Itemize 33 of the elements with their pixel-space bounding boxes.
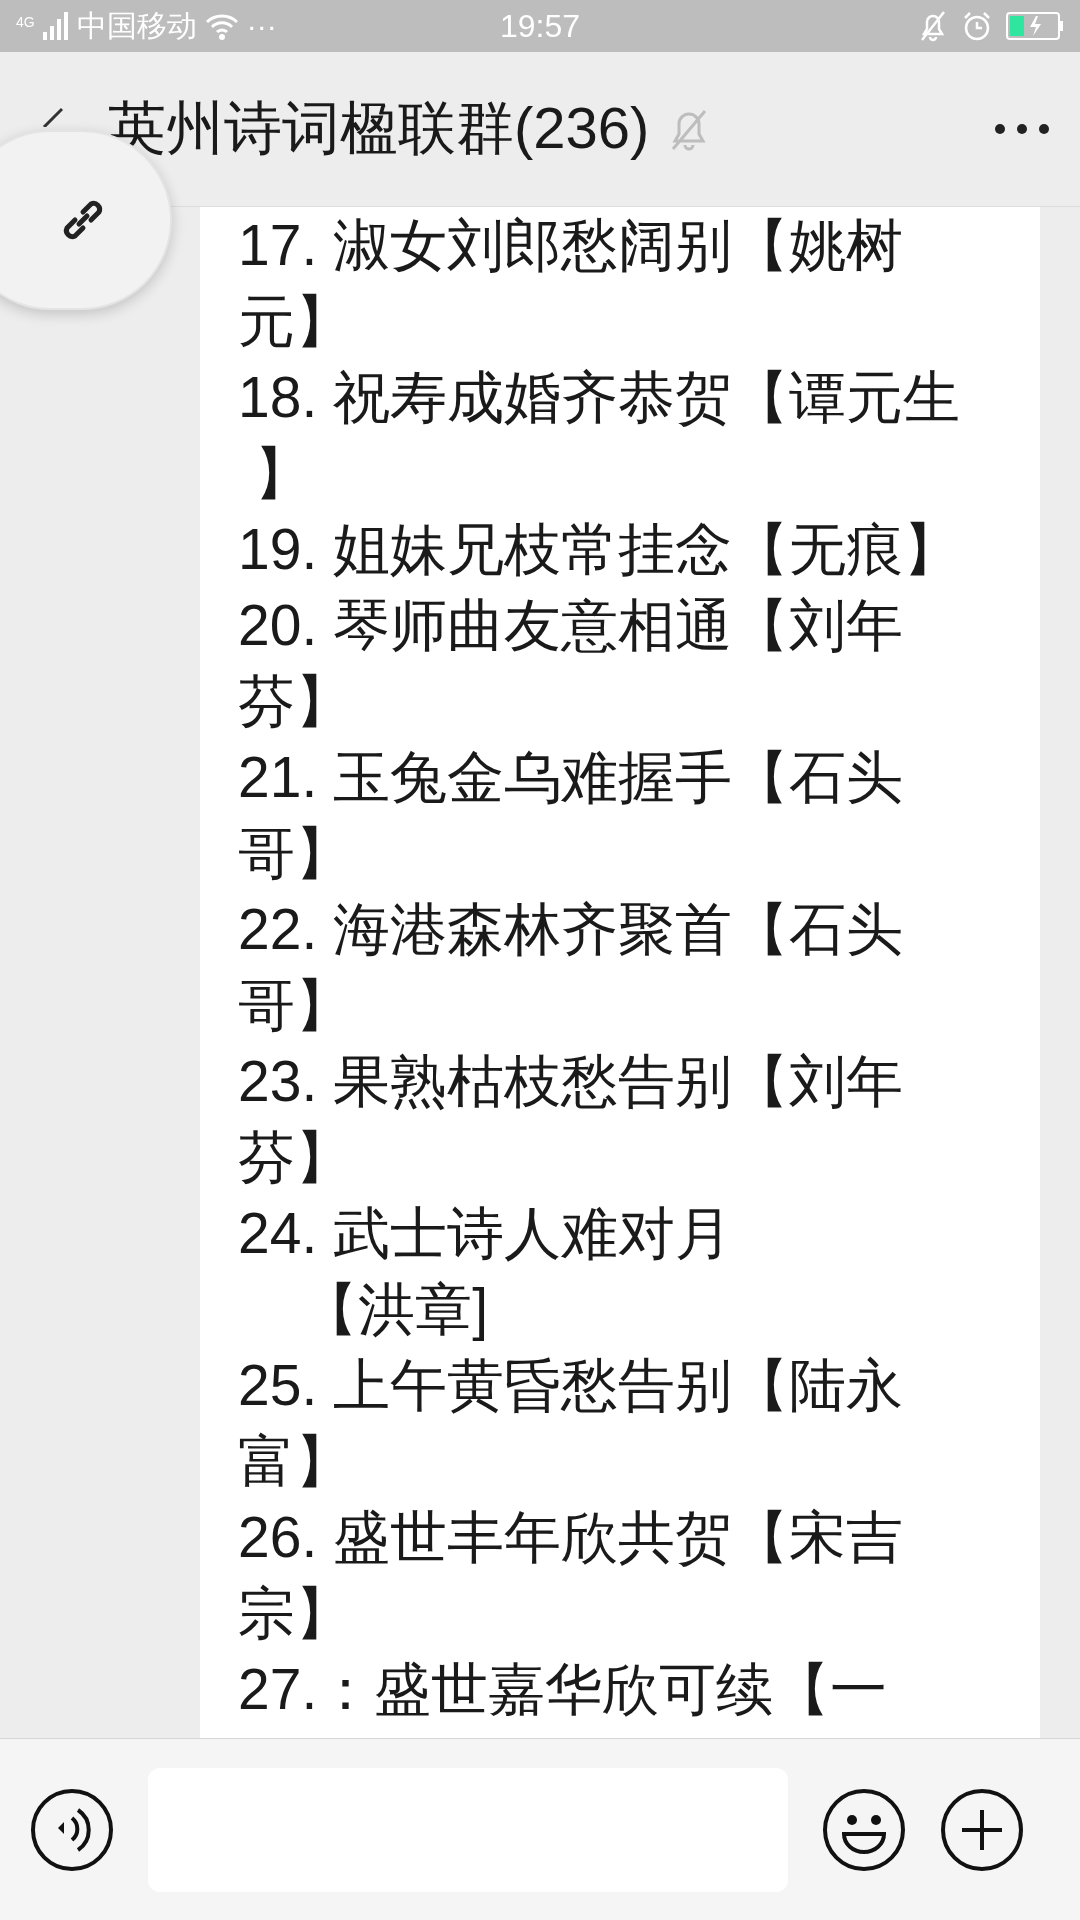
emoji-button[interactable] — [822, 1787, 906, 1872]
message-line: 富】 — [238, 1428, 353, 1495]
network-type: 4G — [16, 13, 35, 30]
message-line: 22. 海港森林齐聚首【石头 — [238, 896, 905, 963]
carrier-name: 中国移动 — [76, 7, 197, 44]
message-line: 】 — [252, 440, 312, 507]
message-line: 25. 上午黄昏愁告别【陆永 — [238, 1352, 905, 1419]
message-line: 24. 武士诗人难对月 — [238, 1200, 734, 1267]
signal-icon — [42, 12, 69, 40]
message-line: 20. 琴师曲友意相通【刘年 — [238, 592, 905, 659]
message-line: 芬】 — [238, 668, 353, 735]
message-line: 21. 玉兔金乌难握手【石头 — [238, 744, 905, 811]
message-line: 18. 祝寿成婚齐恭贺【谭元生 — [238, 364, 962, 431]
more-indicator: ··· — [246, 9, 277, 43]
message-line: 27.：盛世嘉华欣可续【一 — [238, 1656, 889, 1723]
bell-off-icon — [918, 10, 948, 42]
wifi-icon — [204, 12, 239, 40]
message-line: 17. 淑女刘郎愁阔别【姚树 — [238, 212, 905, 279]
message-line: 23. 果熟枯枝愁告别【刘年 — [238, 1048, 905, 1115]
clock-time: 19:57 — [499, 7, 581, 45]
message-line: 哥】 — [238, 820, 353, 887]
message-line: 【洪章] — [300, 1276, 490, 1343]
voice-button[interactable] — [30, 1787, 114, 1872]
message-line: 26. 盛世丰年欣共贺【宋吉 — [238, 1504, 905, 1571]
more-button[interactable] — [994, 123, 1050, 135]
message-line: 元】 — [238, 288, 353, 355]
alarm-icon — [962, 10, 992, 42]
message-line: 芬】 — [238, 1124, 353, 1191]
message-line: 宗】 — [238, 1580, 353, 1647]
add-button[interactable] — [940, 1787, 1024, 1872]
battery-icon — [1006, 12, 1064, 40]
message-line: 哥】 — [238, 972, 353, 1039]
message-line: 19. 姐妹兄枝常挂念【无痕】 — [238, 516, 962, 583]
